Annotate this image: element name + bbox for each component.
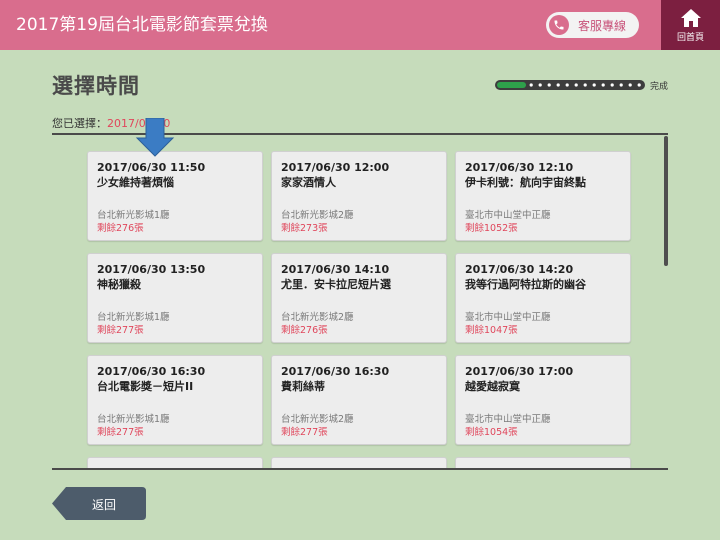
- showtime-card[interactable]: 2017/06/30 16:30 費莉絲蒂台北新光影城2廳 剩餘277張: [271, 355, 447, 445]
- progress-step-dot: [565, 83, 569, 87]
- showtime-remaining: 剩餘277張: [97, 427, 144, 438]
- customer-service-label: 客服專線: [578, 18, 627, 33]
- showtime-time: 2017/06/30 12:00: [281, 161, 390, 174]
- home-label: 回首頁: [676, 33, 704, 43]
- showtime-list[interactable]: 2017/06/30 11:50 少女維持著煩惱 台北新光影城1廳 剩餘276張 201…: [52, 135, 668, 468]
- showtime-card[interactable]: 2017/06/30 19:00: [455, 457, 631, 468]
- home-button[interactable]: 回首頁: [661, 0, 720, 50]
- showtime-title: 少女維持著煩惱: [97, 176, 174, 189]
- showtime-remaining: 剩餘1054張: [465, 427, 518, 438]
- showtime-time: 2017/06/30 14:10: [281, 263, 390, 276]
- showtime-venue: 台北新光影城1廳: [97, 312, 170, 323]
- showtime-card[interactable]: 2017/06/30 16:30 台北電影獎－短片II 台北新光影城1廳 剩餘277張: [87, 355, 263, 445]
- showtime-card[interactable]: 2017/06/30 13:50 神秘獵殺台北新光影城1廳 剩餘277張: [87, 253, 263, 343]
- back-label: 返回: [92, 498, 117, 512]
- showtime-card[interactable]: 2017/06/30 12:10 伊卡利號：航向宇宙終點 臺北市中山堂中正廳 剩餘10…: [455, 151, 631, 241]
- showtime-title: 越愛越寂寞: [465, 380, 520, 393]
- progress-step-dot: [610, 83, 614, 87]
- showtime-time: 2017/06/30 16:30: [281, 365, 390, 378]
- scrollbar[interactable]: [664, 136, 668, 266]
- showtime-venue: 台北新光影城2廳: [281, 414, 354, 425]
- showtime-remaining: 剩餘277張: [281, 427, 328, 438]
- showtime-venue: 台北新光影城1廳: [97, 210, 170, 221]
- showtime-title: 家家酒情人: [281, 176, 336, 189]
- showtime-time: 2017/06/30 14:20: [465, 263, 574, 276]
- showtime-venue: 台北新光影城2廳: [281, 312, 354, 323]
- selection-label: 您已選擇：: [52, 117, 107, 130]
- page-title: 選擇時間: [52, 74, 140, 98]
- showtime-card[interactable]: 2017/06/30 12:00 家家酒情人台北新光影城2廳 剩餘273張: [271, 151, 447, 241]
- app-header: 2017第19屆台北電影節套票兌換 客服專線 回首頁: [0, 0, 720, 50]
- showtime-venue: 臺北市中山堂中正廳: [465, 210, 551, 221]
- divider-bottom: [52, 468, 668, 470]
- progress-bar: [495, 80, 645, 90]
- showtime-remaining: 剩餘277張: [97, 325, 144, 336]
- progress-step-dot: [547, 83, 551, 87]
- showtime-title: 神秘獵殺: [97, 278, 141, 291]
- progress-step-dot: [637, 83, 641, 87]
- showtime-title: 伊卡利號：航向宇宙終點: [465, 176, 586, 189]
- showtime-card[interactable]: 2017/06/30 19:00: [271, 457, 447, 468]
- showtime-remaining: 剩餘1047張: [465, 325, 518, 336]
- progress-step-dot: [574, 83, 578, 87]
- showtime-grid: 2017/06/30 11:50 少女維持著煩惱 台北新光影城1廳 剩餘276張 201…: [87, 151, 632, 468]
- showtime-title: 尤里．安卡拉尼短片選: [281, 278, 391, 291]
- showtime-time: 2017/06/30 13:50: [97, 263, 206, 276]
- showtime-remaining: 剩餘276張: [281, 325, 328, 336]
- progress-step-dot: [628, 83, 632, 87]
- showtime-time: 2017/06/30 17:00: [465, 365, 574, 378]
- progress-step-dot: [592, 83, 596, 87]
- showtime-time: 2017/06/30 11:50: [97, 161, 206, 174]
- showtime-card[interactable]: 2017/06/30 17:00 越愛越寂寞臺北市中山堂中正廳 剩餘1054張: [455, 355, 631, 445]
- showtime-time: 2017/06/30 12:10: [465, 161, 574, 174]
- showtime-remaining: 剩餘1052張: [465, 223, 518, 234]
- home-icon: [680, 9, 701, 27]
- progress-step-dot: [619, 83, 623, 87]
- showtime-remaining: 剩餘273張: [281, 223, 328, 234]
- showtime-venue: 台北新光影城2廳: [281, 210, 354, 221]
- app-title: 2017第19屆台北電影節套票兌換: [16, 15, 268, 35]
- showtime-card[interactable]: 2017/06/30 14:20 我等行過阿特拉斯的幽谷 臺北市中山堂中正廳 剩餘10…: [455, 253, 631, 343]
- showtime-card[interactable]: 2017/06/30 19:00: [87, 457, 263, 468]
- showtime-venue: 台北新光影城1廳: [97, 414, 170, 425]
- showtime-time: 2017/06/30 16:30: [97, 365, 206, 378]
- progress-step-dot: [538, 83, 542, 87]
- progress-step-dot: [601, 83, 605, 87]
- showtime-title: 費莉絲蒂: [281, 380, 325, 393]
- showtime-remaining: 剩餘276張: [97, 223, 144, 234]
- showtime-title: 我等行過阿特拉斯的幽谷: [465, 278, 586, 291]
- progress-step-dot: [556, 83, 560, 87]
- showtime-card[interactable]: 2017/06/30 14:10 尤里．安卡拉尼短片選 台北新光影城2廳 剩餘276張: [271, 253, 447, 343]
- showtime-title: 台北電影獎－短片II: [97, 380, 194, 393]
- showtime-card[interactable]: 2017/06/30 11:50 少女維持著煩惱 台北新光影城1廳 剩餘276張: [87, 151, 263, 241]
- showtime-venue: 臺北市中山堂中正廳: [465, 414, 551, 425]
- progress-step-dot: [529, 83, 533, 87]
- back-button[interactable]: 返回: [52, 487, 146, 520]
- customer-service-button[interactable]: 客服專線: [546, 12, 639, 38]
- showtime-venue: 臺北市中山堂中正廳: [465, 312, 551, 323]
- progress-end-label: 完成: [650, 82, 669, 92]
- progress-step-dot: [583, 83, 587, 87]
- phone-icon: [549, 15, 569, 35]
- down-arrow-icon: [135, 118, 175, 157]
- progress-steps: [529, 83, 641, 87]
